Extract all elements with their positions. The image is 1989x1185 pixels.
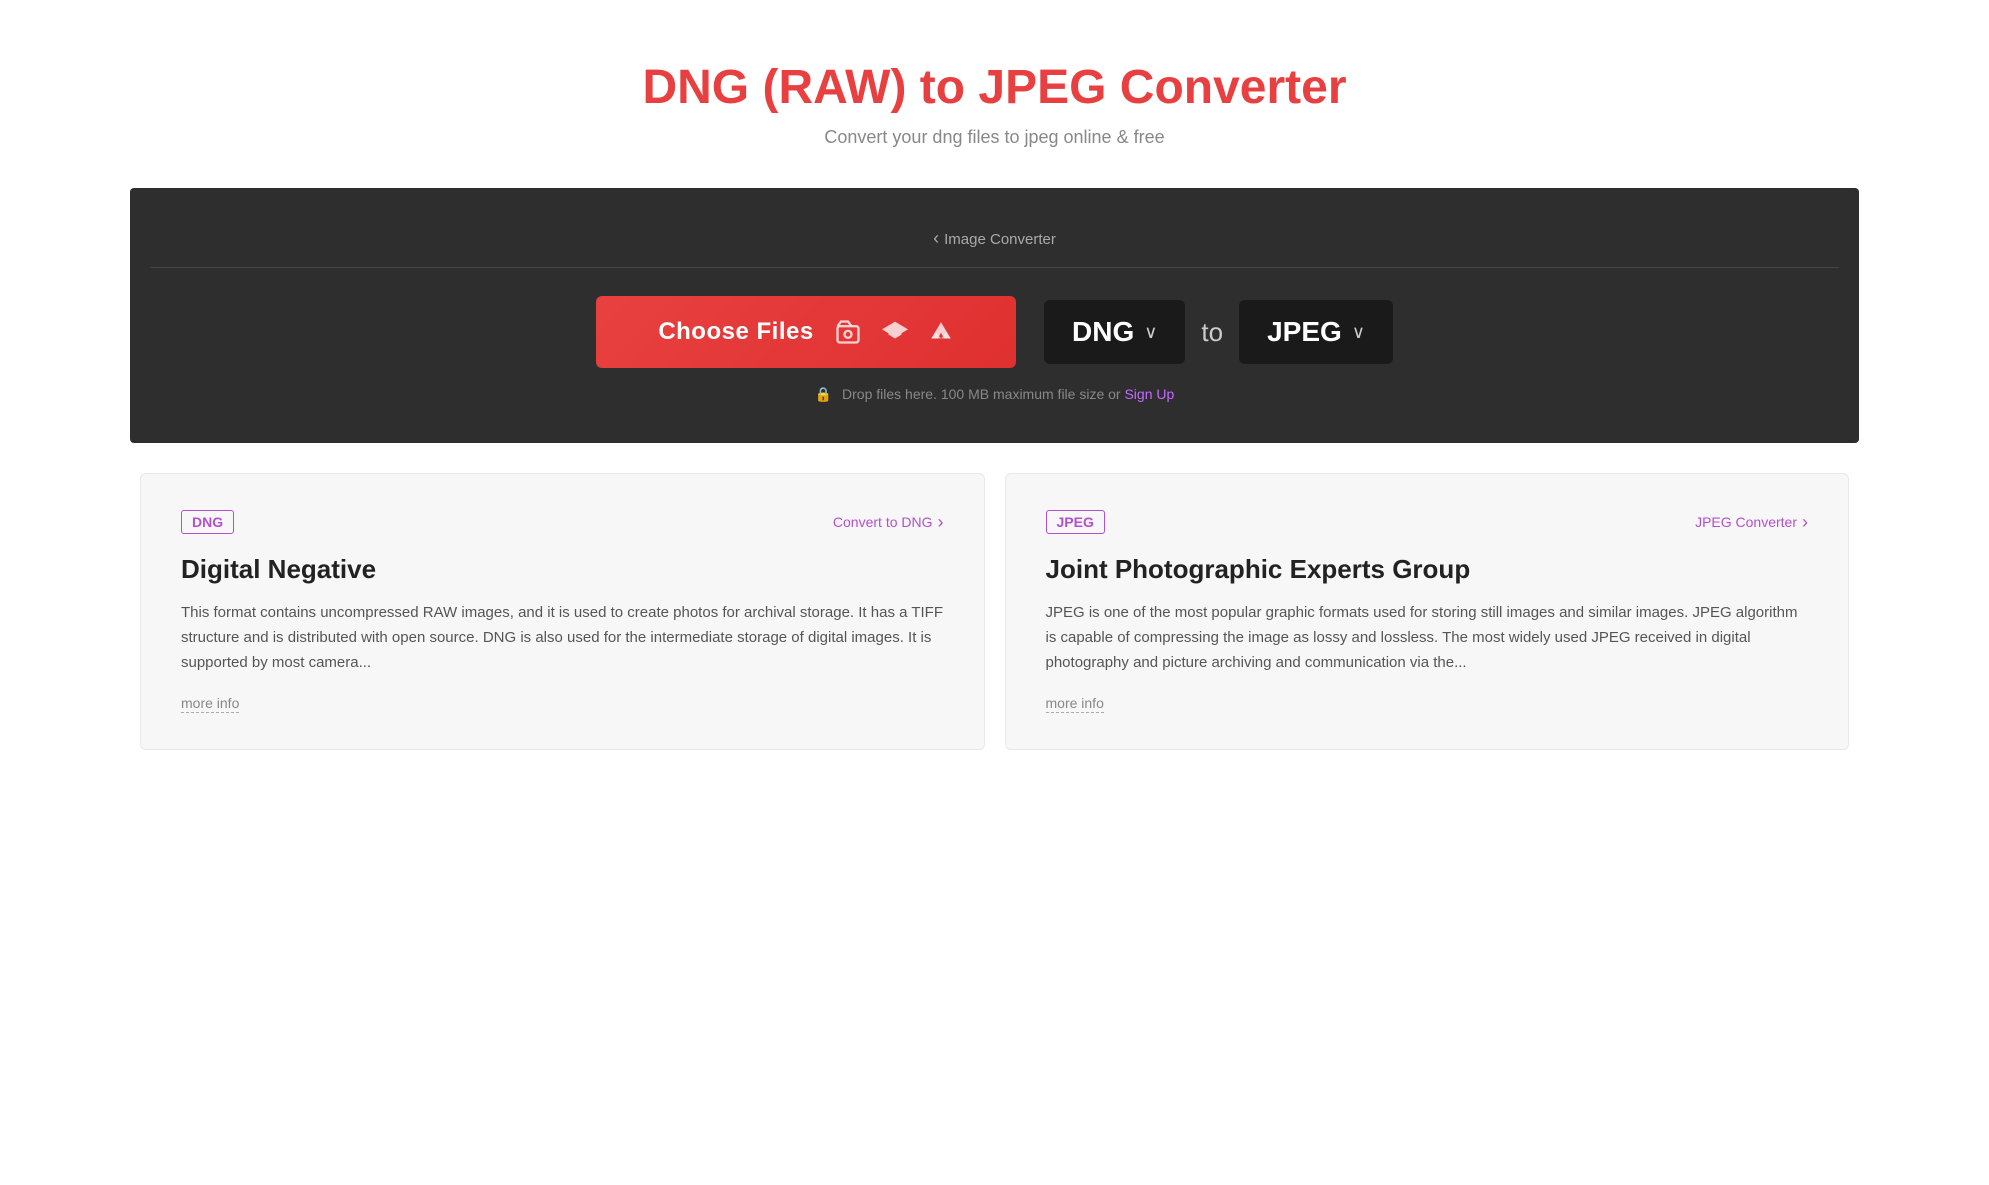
source-format-selector[interactable]: DNG ∨ [1044,300,1185,364]
page-wrapper: DNG (RAW) to JPEG Converter Convert your… [0,0,1989,1185]
jpeg-card-description: JPEG is one of the most popular graphic … [1046,601,1809,675]
jpeg-info-card: JPEG JPEG Converter Joint Photographic E… [1005,473,1850,750]
target-format-label: JPEG [1267,316,1342,348]
file-browse-icon [834,318,862,346]
page-title: DNG (RAW) to JPEG Converter [20,60,1969,115]
page-subtitle: Convert your dng files to jpeg online & … [20,127,1969,148]
jpeg-converter-link[interactable]: JPEG Converter [1695,512,1808,533]
target-chevron-icon: ∨ [1352,322,1365,343]
dng-card-title: Digital Negative [181,554,944,585]
dng-more-info-link[interactable]: more info [181,695,239,713]
jpeg-card-title: Joint Photographic Experts Group [1046,554,1809,585]
format-selector: DNG ∨ to JPEG ∨ [1044,300,1393,364]
source-format-label: DNG [1072,316,1134,348]
lock-icon: 🔒 [815,386,832,402]
choose-files-button[interactable]: Choose Files [596,296,1016,368]
source-chevron-icon: ∨ [1144,322,1157,343]
info-cards-section: DNG Convert to DNG Digital Negative This… [130,473,1859,750]
drop-hint: 🔒 Drop files here. 100 MB maximum file s… [150,386,1839,403]
jpeg-card-header: JPEG JPEG Converter [1046,510,1809,534]
converter-panel: Image Converter Choose Files [130,188,1859,443]
dng-format-tag: DNG [181,510,234,534]
choose-files-label: Choose Files [658,318,813,346]
converter-row: Choose Files [150,296,1839,368]
dropbox-icon [882,319,908,345]
dng-card-header: DNG Convert to DNG [181,510,944,534]
header-section: DNG (RAW) to JPEG Converter Convert your… [0,0,1989,188]
convert-to-dng-link[interactable]: Convert to DNG [833,512,944,533]
dng-card-description: This format contains uncompressed RAW im… [181,601,944,675]
breadcrumb-bar: Image Converter [150,228,1839,268]
breadcrumb-link[interactable]: Image Converter [933,231,1056,248]
to-label: to [1201,317,1223,348]
target-format-selector[interactable]: JPEG ∨ [1239,300,1393,364]
drop-hint-text: Drop files here. 100 MB maximum file siz… [842,386,1121,402]
jpeg-more-info-link[interactable]: more info [1046,695,1104,713]
gdrive-icon [928,319,954,345]
signup-link[interactable]: Sign Up [1124,386,1174,402]
dng-info-card: DNG Convert to DNG Digital Negative This… [140,473,985,750]
jpeg-format-tag: JPEG [1046,510,1105,534]
